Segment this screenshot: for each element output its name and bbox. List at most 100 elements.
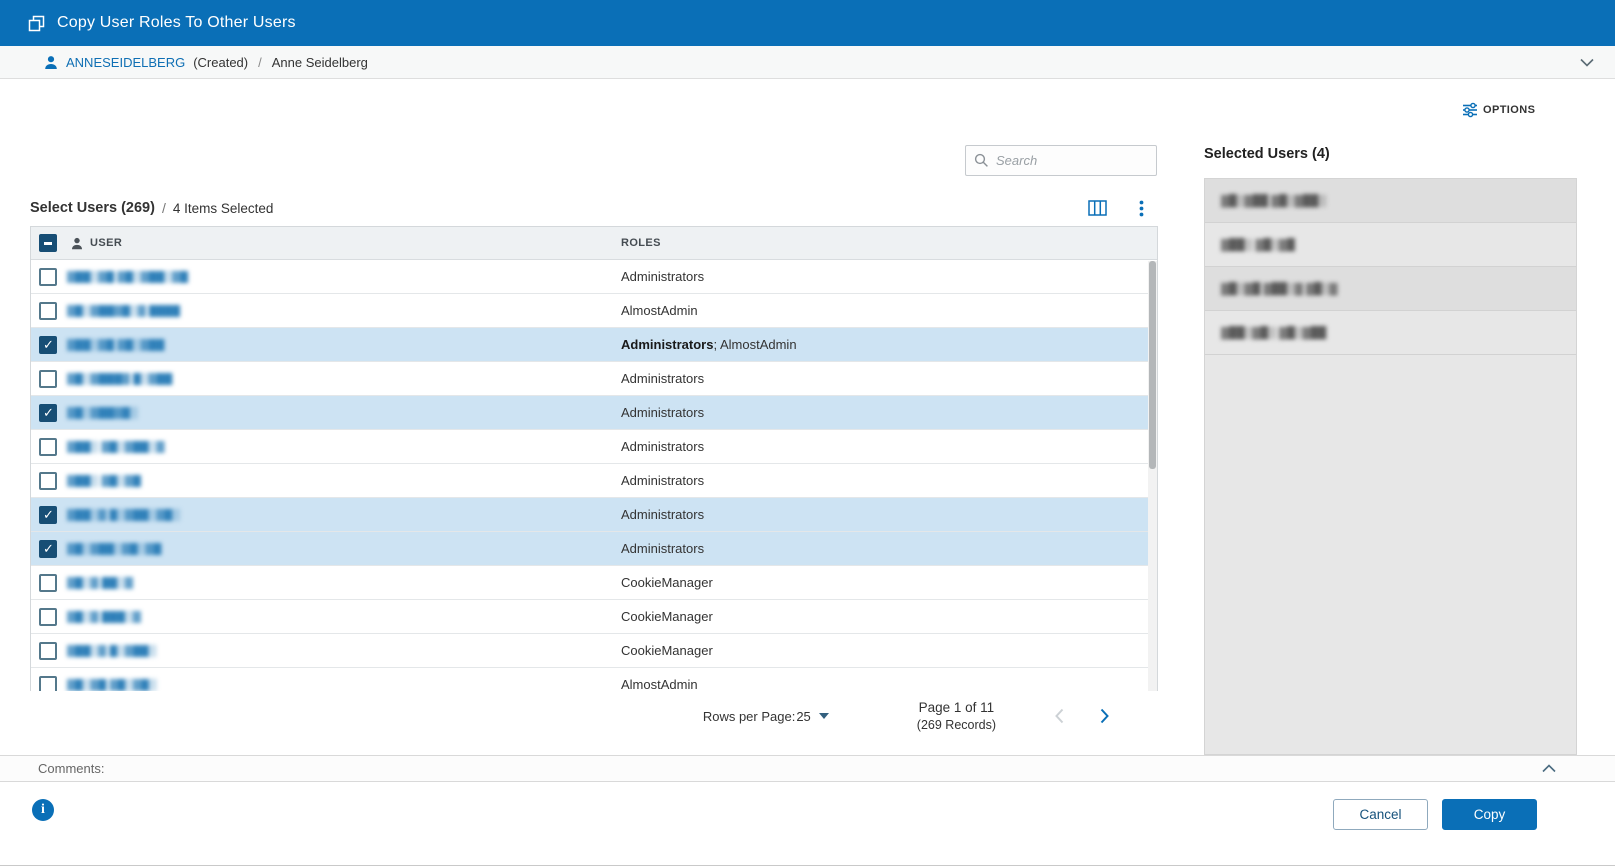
options-button[interactable]: OPTIONS	[1462, 102, 1535, 118]
breadcrumb-user-link[interactable]: ANNESEIDELBERG	[66, 55, 185, 70]
table-row[interactable]: ▓█▒▓██▒▓█▒▓█Administrators	[31, 532, 1157, 566]
row-checkbox[interactable]	[39, 574, 57, 592]
user-roles: Administrators	[621, 439, 1157, 454]
table-row[interactable]: ▓██▒▓█ ▓█▒▓██▒▓█Administrators	[31, 260, 1157, 294]
table-row[interactable]: ▓█▒▓ ███▒▓CookieManager	[31, 600, 1157, 634]
pagination: Rows per Page:25 Page 1 of 11 (269 Recor…	[30, 690, 1158, 742]
footer: i Cancel Copy	[0, 783, 1615, 866]
table-row[interactable]: ▓█▒▓ ██▒▓CookieManager	[31, 566, 1157, 600]
user-name-link[interactable]: ▓█▒▓ ██▒▓	[67, 577, 621, 589]
user-name-link[interactable]: ▓█▒▓███▓ █▒▓██	[67, 373, 621, 385]
breadcrumb: ANNESEIDELBERG (Created) / Anne Seidelbe…	[0, 46, 1615, 79]
user-name-link[interactable]: ▓██▒▓ █▒▓██▒▓█▒	[67, 509, 621, 521]
row-checkbox[interactable]	[39, 438, 57, 456]
copy-icon	[28, 15, 45, 32]
row-checkbox[interactable]	[39, 608, 57, 626]
user-table: USER ROLES ▓██▒▓█ ▓█▒▓██▒▓█Administrator…	[30, 226, 1158, 691]
table-row[interactable]: ▓██▒▓ █▒▓██▒▓█▒Administrators	[31, 498, 1157, 532]
selected-users-list: ▓█▒▓██ ▓█▒▓██▒▓██▒ ▓█▒▓█▓█▒▓█ ▓██▒▓ ▓█▒▓…	[1205, 179, 1576, 355]
row-checkbox[interactable]	[39, 302, 57, 320]
row-checkbox[interactable]	[39, 642, 57, 660]
selected-user-item[interactable]: ▓█▒▓█ ▓██▒▓ ▓█▒▓	[1205, 267, 1576, 311]
table-row[interactable]: ▓██▒▓█ ▓█▒▓██Administrators; AlmostAdmin	[31, 328, 1157, 362]
caption-separator: /	[162, 200, 166, 216]
more-options-kebab-icon[interactable]	[1139, 200, 1144, 217]
user-roles: Administrators; AlmostAdmin	[621, 337, 1157, 352]
comments-bar: Comments:	[0, 755, 1615, 782]
user-name-link[interactable]: ▓██▒ ▓█▒▓██▒▓	[67, 441, 621, 453]
comments-collapse-chevron-up-icon[interactable]	[1541, 763, 1557, 774]
table-caption: Select Users (269) / 4 Items Selected	[30, 195, 1158, 221]
row-checkbox[interactable]	[39, 370, 57, 388]
row-checkbox[interactable]	[39, 268, 57, 286]
table-scrollbar	[1148, 261, 1157, 691]
user-name-link[interactable]: ▓██▒ ▓█▒▓█	[67, 475, 621, 487]
table-row[interactable]: ▓█▒▓██▓█▒Administrators	[31, 396, 1157, 430]
cancel-button[interactable]: Cancel	[1333, 799, 1428, 830]
records-info: (269 Records)	[917, 718, 996, 732]
user-name-link[interactable]: ▓█▒▓██▓█▒	[67, 407, 621, 419]
user-roles: Administrators	[621, 541, 1157, 556]
rows-per-page-value: 25	[796, 709, 810, 724]
row-checkbox[interactable]	[39, 336, 57, 354]
user-icon	[44, 55, 58, 70]
rows-per-page-dropdown[interactable]: Rows per Page:25	[703, 709, 829, 724]
select-all-checkbox[interactable]	[39, 234, 57, 252]
user-column-header: USER	[90, 237, 122, 249]
selected-user-item[interactable]: ▓██▒▓█▒ ▓█▒▓██	[1205, 311, 1576, 355]
user-roles: Administrators	[621, 507, 1157, 522]
previous-page-chevron-icon[interactable]	[1054, 707, 1065, 725]
table-row[interactable]: ▓██▒ ▓█▒▓█Administrators	[31, 464, 1157, 498]
user-name-link[interactable]: ▓██▒▓ █▒▓██▒	[67, 645, 621, 657]
select-users-title: Select Users (269)	[30, 200, 155, 216]
user-roles: Administrators	[621, 371, 1157, 386]
next-page-chevron-icon[interactable]	[1099, 707, 1110, 725]
page-info-block: Page 1 of 11 (269 Records)	[917, 700, 996, 732]
search-input[interactable]	[996, 153, 1148, 168]
user-roles: Administrators	[621, 405, 1157, 420]
selected-user-item[interactable]: ▓██▒ ▓█▒▓█	[1205, 223, 1576, 267]
dropdown-arrow-icon	[819, 713, 829, 719]
table-row[interactable]: ▓█▒▓██▓█▒▓ ████AlmostAdmin	[31, 294, 1157, 328]
breadcrumb-separator: /	[258, 55, 262, 70]
roles-column-header: ROLES	[621, 237, 1157, 249]
user-name-link[interactable]: ▓█▒▓██▒▓█▒▓█	[67, 543, 621, 555]
user-roles: AlmostAdmin	[621, 677, 1157, 691]
selected-user-item[interactable]: ▓█▒▓██ ▓█▒▓██▒	[1205, 179, 1576, 223]
table-header-row: USER ROLES	[31, 227, 1157, 260]
titlebar: Copy User Roles To Other Users	[0, 0, 1615, 46]
user-name-link[interactable]: ▓█▒▓██▓█▒▓ ████	[67, 305, 621, 317]
row-checkbox[interactable]	[39, 676, 57, 692]
row-checkbox[interactable]	[39, 540, 57, 558]
breadcrumb-status: (Created)	[193, 55, 248, 70]
table-row[interactable]: ▓█▒▓███▓ █▒▓██Administrators	[31, 362, 1157, 396]
rows-per-page-label: Rows per Page:	[703, 709, 796, 724]
table-row[interactable]: ▓██▒▓ █▒▓██▒CookieManager	[31, 634, 1157, 668]
row-checkbox[interactable]	[39, 506, 57, 524]
table-row[interactable]: ▓█▒▓█ ▓█▒▓█▒AlmostAdmin	[31, 668, 1157, 691]
user-roles: CookieManager	[621, 643, 1157, 658]
user-name-link[interactable]: ▓██▒▓█ ▓█▒▓██▒▓█	[67, 271, 621, 283]
comments-label: Comments:	[38, 761, 104, 776]
search-box	[965, 145, 1157, 176]
row-checkbox[interactable]	[39, 404, 57, 422]
user-roles: AlmostAdmin	[621, 303, 1157, 318]
table-row[interactable]: ▓██▒ ▓█▒▓██▒▓Administrators	[31, 430, 1157, 464]
user-column-icon	[71, 237, 83, 250]
collapse-chevron-down-icon[interactable]	[1579, 57, 1595, 68]
breadcrumb-user-name: Anne Seidelberg	[272, 55, 368, 70]
items-selected-count: 4 Items Selected	[173, 201, 274, 216]
user-roles: CookieManager	[621, 575, 1157, 590]
user-roles: CookieManager	[621, 609, 1157, 624]
column-chooser-icon[interactable]	[1088, 200, 1107, 216]
user-name-link[interactable]: ▓█▒▓ ███▒▓	[67, 611, 621, 623]
user-name-link[interactable]: ▓██▒▓█ ▓█▒▓██	[67, 339, 621, 351]
scrollbar-thumb[interactable]	[1149, 261, 1156, 469]
copy-user-roles-dialog: Copy User Roles To Other Users ANNESEIDE…	[0, 0, 1615, 866]
row-checkbox[interactable]	[39, 472, 57, 490]
options-filter-icon	[1462, 102, 1478, 118]
user-name-link[interactable]: ▓█▒▓█ ▓█▒▓█▒	[67, 679, 621, 691]
info-icon[interactable]: i	[32, 799, 54, 821]
user-roles: Administrators	[621, 473, 1157, 488]
copy-button[interactable]: Copy	[1442, 799, 1537, 830]
